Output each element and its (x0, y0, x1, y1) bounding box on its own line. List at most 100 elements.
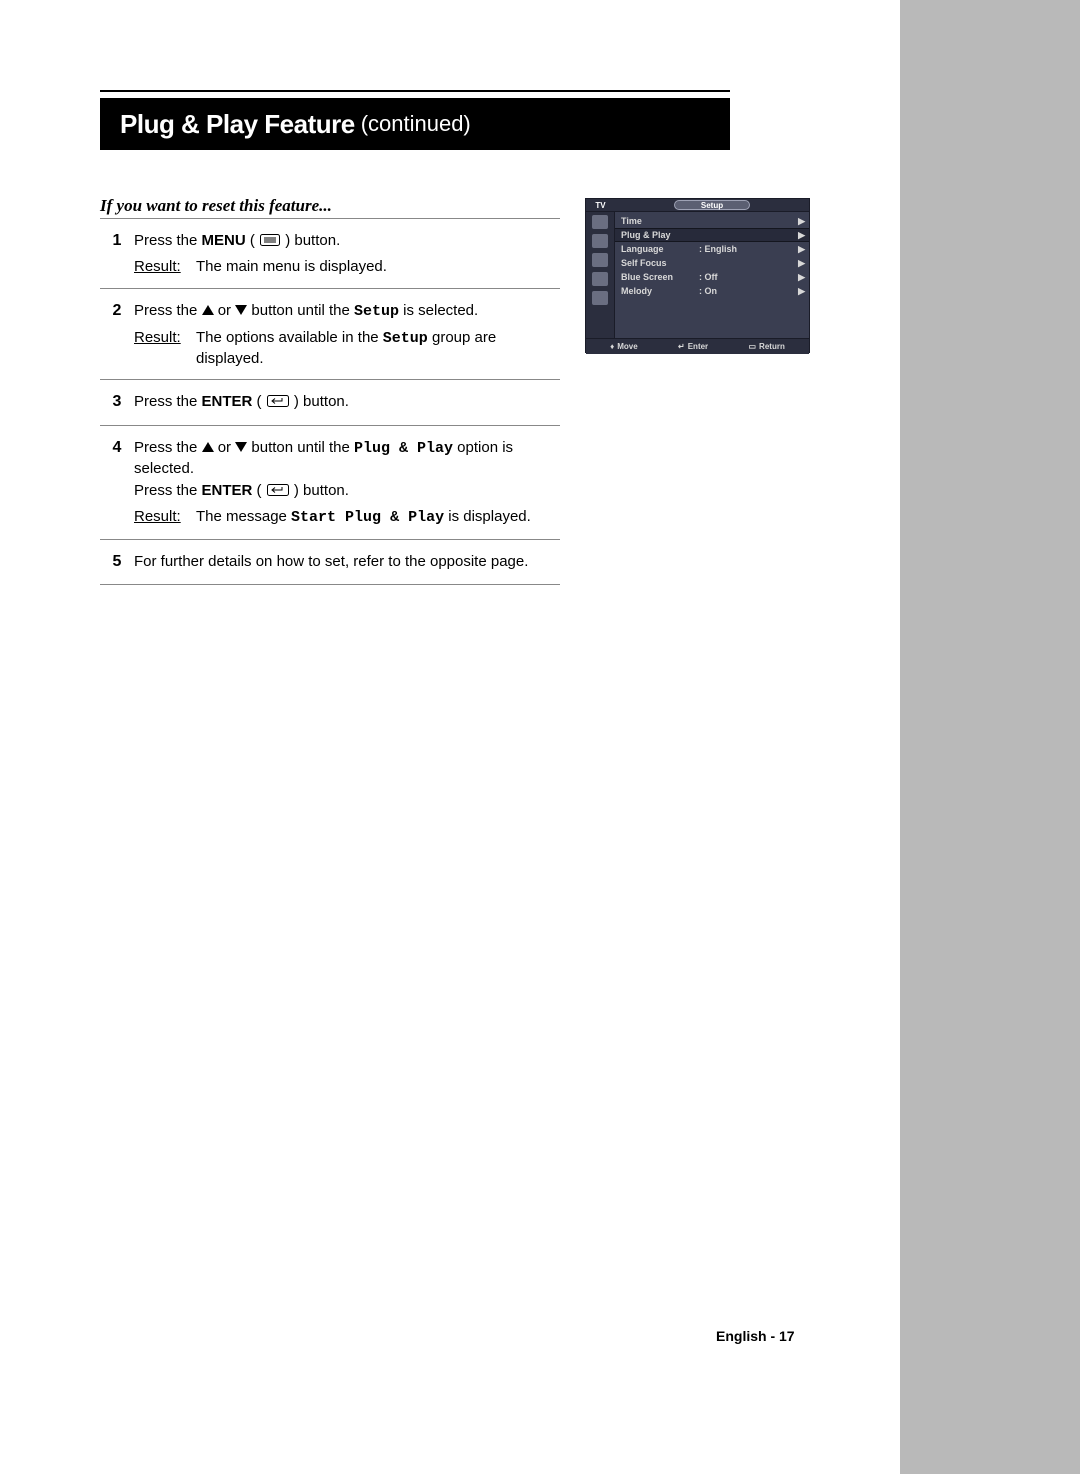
text: or (214, 439, 236, 456)
step-row: 1 Press the MENU ( ) button. Result: The… (100, 218, 560, 288)
step-body: Press the ENTER ( ) button. (134, 392, 560, 414)
text: Enter (688, 342, 708, 351)
text: ) button. (281, 232, 340, 249)
text: Press the (134, 232, 202, 249)
osd-item-label: Plug & Play (621, 230, 699, 240)
right-arrow-icon: ▶ (798, 230, 805, 241)
step-row: 4 Press the or button until the Plug & P… (100, 425, 560, 539)
right-arrow-icon: ▶ (798, 244, 805, 255)
page-title-sub: (continued) (361, 111, 471, 137)
page-footer: English - 17 (716, 1328, 795, 1344)
step-number: 4 (100, 438, 134, 529)
enter-icon (267, 395, 289, 407)
osd-item-label: Self Focus (621, 258, 699, 268)
osd-bottombar: ♦Move ↵Enter ▭Return (586, 338, 809, 354)
enter-label: ENTER (202, 482, 253, 499)
step-number: 2 (100, 301, 134, 370)
text: button until the (247, 439, 354, 456)
enter-icon (267, 484, 289, 496)
result-label: Result: (134, 507, 196, 528)
down-arrow-icon (235, 305, 247, 315)
right-arrow-icon: ▶ (798, 286, 805, 297)
enter-label: ENTER (202, 393, 253, 410)
result-text: The main menu is displayed. (196, 257, 560, 277)
osd-category-icon (592, 234, 608, 248)
osd-item-label: Melody (621, 286, 699, 296)
osd-category-icon (592, 272, 608, 286)
osd-title-cell: Setup (615, 199, 809, 211)
osd-setup-menu: TV Setup Time ▶ Plug & Play (585, 198, 810, 353)
step-body: Press the MENU ( ) button. Result: The m… (134, 231, 560, 278)
osd-menu-item: Blue Screen : Off ▶ (615, 270, 809, 284)
text: ( (252, 393, 265, 410)
osd-menu-item: Time ▶ (615, 214, 809, 228)
text: Press the (134, 393, 202, 410)
step-row: 2 Press the or button until the Setup is… (100, 288, 560, 380)
osd-category-icon (592, 215, 608, 229)
text: Press the (134, 482, 202, 499)
osd-main: Time ▶ Plug & Play ▶ Language : English … (586, 212, 809, 338)
osd-menu-item: Melody : On ▶ (615, 284, 809, 298)
osd-category-icon (592, 291, 608, 305)
monospace-term: Setup (354, 303, 399, 320)
result-label: Result: (134, 328, 196, 370)
osd-item-value: : On (699, 286, 798, 296)
osd-menu-item: Self Focus ▶ (615, 256, 809, 270)
osd-item-label: Time (621, 216, 699, 226)
osd-icon-column (586, 212, 615, 338)
step-number: 1 (100, 231, 134, 278)
step-body: For further details on how to set, refer… (134, 552, 560, 574)
down-arrow-icon (235, 442, 247, 452)
text: or (214, 302, 236, 319)
text: Press the (134, 439, 202, 456)
text: For further details on how to set, refer… (134, 553, 528, 570)
monospace-term: Plug & Play (354, 440, 453, 457)
text: Return (759, 342, 785, 351)
osd-hint-return: ▭Return (748, 342, 784, 351)
step-body: Press the or button until the Plug & Pla… (134, 438, 560, 529)
right-arrow-icon: ▶ (798, 216, 805, 227)
page-title-bar: Plug & Play Feature (continued) (100, 98, 730, 150)
steps-list: 1 Press the MENU ( ) button. Result: The… (100, 218, 560, 585)
text: Press the (134, 302, 202, 319)
right-arrow-icon: ▶ (798, 272, 805, 283)
text: ( (252, 482, 265, 499)
step-row: 3 Press the ENTER ( ) button. (100, 379, 560, 424)
osd-title: Setup (674, 200, 750, 210)
text: is displayed. (444, 508, 531, 525)
text: is selected. (399, 302, 478, 319)
updown-icon: ♦ (610, 342, 614, 351)
result-text: The message Start Plug & Play is display… (196, 507, 560, 528)
manual-page: Plug & Play Feature (continued) If you w… (0, 0, 900, 1474)
header-rule (100, 90, 730, 92)
osd-tv-label: TV (586, 199, 615, 211)
section-subtitle: If you want to reset this feature... (100, 196, 332, 216)
osd-item-label: Blue Screen (621, 272, 699, 282)
step-body: Press the or button until the Setup is s… (134, 301, 560, 370)
step-number: 3 (100, 392, 134, 414)
up-arrow-icon (202, 442, 214, 452)
step-number: 5 (100, 552, 134, 574)
text: ) button. (290, 393, 349, 410)
result-label: Result: (134, 257, 196, 277)
osd-topbar: TV Setup (586, 199, 809, 212)
text: ( (246, 232, 259, 249)
osd-item-value: : English (699, 244, 798, 254)
osd-hint-move: ♦Move (610, 342, 638, 351)
menu-icon (260, 234, 280, 246)
right-arrow-icon: ▶ (798, 258, 805, 269)
monospace-term: Setup (383, 330, 428, 347)
result-text: The options available in the Setup group… (196, 328, 560, 370)
osd-category-icon (592, 253, 608, 267)
osd-item-value: : Off (699, 272, 798, 282)
step-row: 5 For further details on how to set, ref… (100, 539, 560, 585)
osd-menu-list: Time ▶ Plug & Play ▶ Language : English … (615, 212, 809, 338)
up-arrow-icon (202, 305, 214, 315)
text: ) button. (290, 482, 349, 499)
return-icon: ▭ (748, 342, 756, 351)
osd-menu-item: Language : English ▶ (615, 242, 809, 256)
page-title-main: Plug & Play Feature (120, 109, 355, 140)
text: Move (617, 342, 637, 351)
text: The options available in the (196, 329, 383, 346)
osd-item-label: Language (621, 244, 699, 254)
